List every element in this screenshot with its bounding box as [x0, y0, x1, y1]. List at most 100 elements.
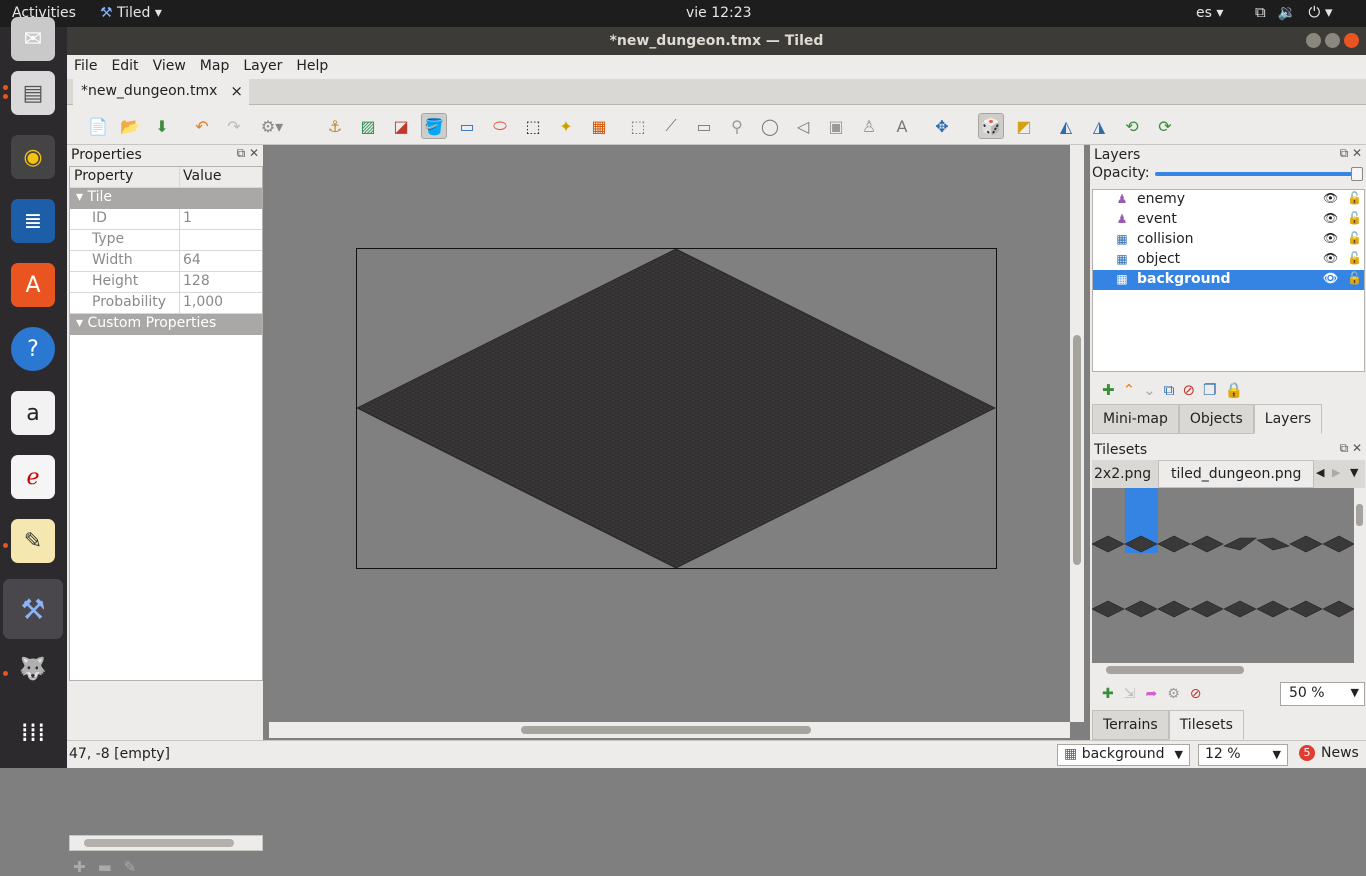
tab-tileset-dungeon[interactable]: tiled_dungeon.png	[1158, 460, 1314, 488]
tab-new-dungeon[interactable]: *new_dungeon.tmx ×	[73, 79, 249, 105]
text-editor-icon[interactable]: ✎	[11, 519, 55, 563]
tileset-grid[interactable]	[1091, 488, 1355, 663]
tileset-properties-icon[interactable]: ⚙	[1167, 686, 1180, 702]
scroll-thumb[interactable]	[84, 839, 234, 847]
select-same-tile-icon[interactable]: ▦	[586, 113, 612, 139]
scroll-thumb[interactable]	[1106, 666, 1244, 674]
canvas-vscrollbar[interactable]	[1070, 145, 1084, 722]
minimize-button[interactable]	[1306, 33, 1321, 48]
select-objects-icon[interactable]: ⬚	[625, 113, 651, 139]
wang-brush-icon[interactable]: ◪	[388, 113, 414, 139]
wang-fill-mode-icon[interactable]: ◩	[1011, 113, 1037, 139]
visibility-icon[interactable]: 👁	[1323, 251, 1338, 265]
canvas-hscrollbar[interactable]	[269, 722, 1070, 738]
software-center-icon[interactable]: A	[11, 263, 55, 307]
table-row[interactable]: Height 128	[70, 272, 262, 293]
dock-buttons[interactable]: ⧉ ✕	[1340, 441, 1362, 456]
visibility-icon[interactable]: 👁	[1323, 231, 1338, 245]
visibility-icon[interactable]: 👁	[1323, 191, 1338, 205]
rotate-right-icon[interactable]: ⟳	[1152, 113, 1178, 139]
group-tile[interactable]: ▾ Tile	[70, 188, 262, 209]
show-apps-icon[interactable]: ⁞⁞⁞	[11, 711, 55, 755]
tab-tilesets[interactable]: Tilesets	[1168, 710, 1244, 740]
mail-app-icon[interactable]: ✉	[11, 17, 55, 61]
rotate-left-icon[interactable]: ⟲	[1119, 113, 1145, 139]
terrain-brush-icon[interactable]: ▨	[355, 113, 381, 139]
edit-polygons-icon[interactable]: ⟋	[658, 113, 684, 139]
current-layer-combo[interactable]: ▦ background ▼	[1057, 744, 1190, 766]
dock-buttons[interactable]: ⧉ ✕	[237, 146, 259, 161]
insert-point-icon[interactable]: ⚲	[724, 113, 750, 139]
tileset-vscrollbar[interactable]	[1354, 488, 1365, 663]
rect-select-icon[interactable]: ⬚	[520, 113, 546, 139]
layer-item-event[interactable]: ♟ event 👁 🔓	[1093, 210, 1364, 230]
move-icon[interactable]: ✥	[929, 113, 955, 139]
insert-text-icon[interactable]: A	[889, 113, 915, 139]
rename-property-icon[interactable]: ✎	[124, 858, 137, 876]
writer-app-icon[interactable]: ≣	[11, 199, 55, 243]
table-row[interactable]: Width 64	[70, 251, 262, 272]
save-file-icon[interactable]: ⬇	[149, 113, 175, 139]
lock-layers-icon[interactable]: 🔒	[1224, 381, 1243, 399]
embed-tileset-icon[interactable]: ⇲	[1124, 686, 1136, 702]
menu-help[interactable]: Help	[289, 55, 335, 79]
flip-horizontal-icon[interactable]: ◭	[1053, 113, 1079, 139]
commands-icon[interactable]: ⚙▾	[259, 113, 285, 139]
menu-layer[interactable]: Layer	[236, 55, 289, 79]
window-titlebar[interactable]: *new_dungeon.tmx — Tiled	[67, 27, 1366, 55]
open-file-icon[interactable]: 📂	[117, 113, 143, 139]
table-row[interactable]: ID 1	[70, 209, 262, 230]
undo-icon[interactable]: ↶	[189, 113, 215, 139]
scroll-thumb[interactable]	[521, 726, 811, 734]
redo-icon[interactable]: ↷	[221, 113, 247, 139]
scroll-thumb[interactable]	[1073, 335, 1081, 565]
help-icon[interactable]: ?	[11, 327, 55, 371]
insert-tile-icon[interactable]: ▣	[823, 113, 849, 139]
document-viewer-icon[interactable]: ℯ	[11, 455, 55, 499]
menu-file[interactable]: File	[67, 55, 104, 79]
remove-tileset-icon[interactable]: ⊘	[1190, 686, 1202, 702]
duplicate-layer-icon[interactable]: ⧉	[1164, 381, 1175, 399]
flip-vertical-icon[interactable]: ◮	[1086, 113, 1112, 139]
menu-map[interactable]: Map	[193, 55, 237, 79]
close-tab-icon[interactable]: ×	[230, 82, 243, 100]
app-menu[interactable]: ⚒ Tiled ▾	[100, 5, 162, 21]
insert-polygon-icon[interactable]: ◁	[790, 113, 816, 139]
layer-item-background[interactable]: ▦ background 👁 🔓	[1093, 270, 1364, 290]
tab-objects[interactable]: Objects	[1178, 404, 1254, 434]
stamp-brush-icon[interactable]: ⚓	[322, 113, 348, 139]
maximize-button[interactable]	[1325, 33, 1340, 48]
menu-edit[interactable]: Edit	[104, 55, 145, 79]
tileset-zoom-combo[interactable]: 50 % ▼	[1280, 682, 1365, 706]
layer-item-object[interactable]: ▦ object 👁 🔓	[1093, 250, 1364, 270]
table-row[interactable]: Type	[70, 230, 262, 251]
add-property-icon[interactable]: ✚	[73, 858, 86, 876]
add-layer-icon[interactable]: ✚	[1102, 381, 1115, 399]
scroll-tabs-right-icon[interactable]: ▶	[1332, 466, 1340, 479]
tileset-hscrollbar[interactable]	[1092, 663, 1354, 677]
gimp-icon[interactable]: 🐺	[11, 647, 55, 691]
clock[interactable]: vie 12:23	[686, 5, 752, 21]
close-window-button[interactable]	[1344, 33, 1359, 48]
col-property[interactable]: Property	[70, 167, 180, 187]
opacity-slider[interactable]	[1155, 167, 1363, 181]
isometric-map[interactable]	[355, 248, 997, 569]
properties-table[interactable]: Property Value ▾ Tile ID 1 Type Width 64 H…	[69, 166, 263, 681]
lock-icon[interactable]: 🔓	[1347, 211, 1362, 225]
tiled-dock-icon[interactable]: ⚒	[3, 579, 63, 639]
group-custom-properties[interactable]: ▾ Custom Properties	[70, 314, 262, 335]
layer-item-collision[interactable]: ▦ collision 👁 🔓	[1093, 230, 1364, 250]
files-app-icon[interactable]: ▤	[11, 71, 55, 115]
zoom-combo[interactable]: 12 % ▼	[1198, 744, 1288, 766]
tileset-menu-icon[interactable]: ▼	[1350, 466, 1358, 479]
rhythmbox-icon[interactable]: ◉	[11, 135, 55, 179]
table-row[interactable]: Probability 1,000	[70, 293, 262, 314]
visibility-icon[interactable]: 👁	[1323, 271, 1338, 285]
insert-rectangle-icon[interactable]: ▭	[691, 113, 717, 139]
bucket-fill-icon[interactable]: 🪣	[421, 113, 447, 139]
news-button[interactable]: 5 News	[1299, 745, 1359, 761]
export-tileset-icon[interactable]: ➦	[1145, 686, 1157, 702]
random-mode-icon[interactable]: 🎲	[978, 113, 1004, 139]
shape-fill-icon[interactable]: ▭	[454, 113, 480, 139]
col-value[interactable]: Value	[180, 167, 262, 187]
